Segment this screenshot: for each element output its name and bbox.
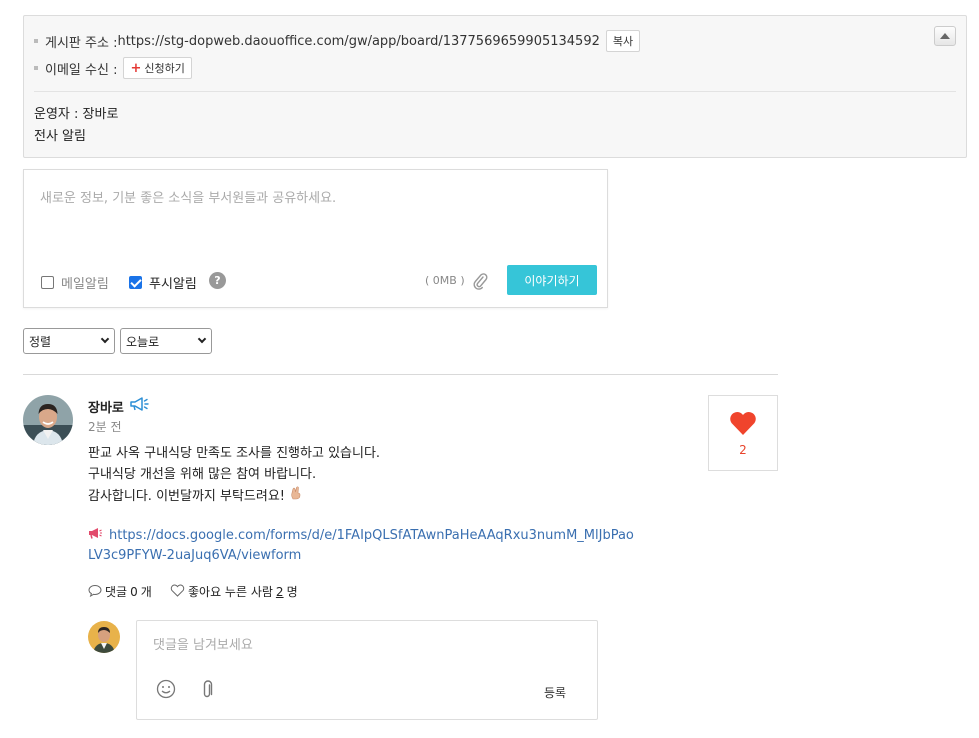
- help-icon[interactable]: ?: [209, 272, 226, 289]
- commenter-avatar: [88, 621, 120, 653]
- likes-unit: 명: [286, 585, 298, 599]
- megaphone-emoji-icon: [88, 527, 103, 543]
- like-button[interactable]: 2: [708, 395, 778, 471]
- post-submit-button[interactable]: 이야기하기: [507, 265, 597, 295]
- date-select[interactable]: 오늘로: [120, 328, 212, 354]
- post-body-line: 판교 사옥 구내식당 만족도 조사를 진행하고 있습니다.: [88, 446, 381, 461]
- email-subscribe-row: 이메일 수신 : + 신청하기: [34, 57, 192, 79]
- post-body-line: 구내식당 개선을 위해 많은 참여 바랍니다.: [88, 467, 317, 482]
- speech-bubble-icon: [88, 584, 105, 600]
- subscribe-label: 신청하기: [144, 62, 185, 75]
- author-avatar[interactable]: [23, 395, 73, 445]
- comment-count[interactable]: 댓글 0 개: [88, 583, 152, 600]
- subscribe-button[interactable]: + 신청하기: [123, 57, 192, 79]
- comments-count-value: 0: [130, 584, 138, 599]
- megaphone-icon: [129, 396, 151, 416]
- comment-placeholder[interactable]: 댓글을 남겨보세요: [153, 634, 253, 653]
- comments-unit: 개: [140, 585, 152, 599]
- fingers-crossed-emoji-icon: [290, 485, 302, 504]
- checkbox-unchecked-icon[interactable]: [41, 276, 54, 289]
- post-composer[interactable]: 새로운 정보, 기분 좋은 소식을 부서원들과 공유하세요. 메일알림 푸시알림…: [23, 169, 608, 308]
- likes-summary: 좋아요 누른 사람 2 명: [170, 583, 298, 600]
- chevron-down-icon: [197, 334, 207, 344]
- mail-alert-checkbox[interactable]: 메일알림: [41, 273, 109, 292]
- board-description: 전사 알림: [34, 129, 86, 144]
- attachment-size: ( 0MB ): [425, 274, 465, 287]
- push-alert-label: 푸시알림: [149, 277, 197, 292]
- sort-select[interactable]: 정렬: [23, 328, 115, 354]
- chevron-down-icon: [100, 334, 110, 344]
- likes-label: 좋아요 누른 사람: [188, 585, 273, 599]
- heart-outline-icon: [170, 584, 188, 600]
- board-info-panel: 게시판 주소 : https://stg-dopweb.daouoffice.c…: [23, 15, 967, 158]
- comments-label: 댓글: [105, 585, 128, 599]
- bullet-icon: [34, 66, 38, 70]
- board-address-url: https://stg-dopweb.daouoffice.com/gw/app…: [117, 33, 600, 49]
- divider: [34, 91, 956, 92]
- post-link-wrap: https://docs.google.com/forms/d/e/1FAIpQ…: [88, 527, 634, 543]
- divider: [23, 374, 778, 375]
- triangle-up-icon: [940, 33, 950, 39]
- copy-button[interactable]: 복사: [605, 30, 641, 52]
- mail-alert-label: 메일알림: [61, 277, 109, 292]
- post-body-line: 감사합니다. 이번달까지 부탁드려요!: [88, 489, 286, 504]
- sort-select-value: 정렬: [29, 334, 52, 349]
- date-select-value: 오늘로: [126, 334, 160, 349]
- paperclip-icon[interactable]: [200, 680, 216, 704]
- checkbox-checked-icon[interactable]: [129, 276, 142, 289]
- plus-icon: +: [130, 60, 142, 76]
- bullet-icon: [34, 39, 38, 43]
- email-label: 이메일 수신 :: [45, 62, 118, 78]
- push-alert-checkbox[interactable]: 푸시알림: [129, 273, 197, 292]
- board-address-row: 게시판 주소 : https://stg-dopweb.daouoffice.c…: [34, 30, 641, 52]
- post-timestamp: 2분 전: [88, 420, 122, 434]
- post-author[interactable]: 장바로: [88, 397, 124, 416]
- collapse-button[interactable]: [934, 26, 956, 46]
- paperclip-icon[interactable]: [472, 272, 488, 294]
- heart-icon: [729, 410, 757, 440]
- post-link-continued[interactable]: LV3c9PFYW-2uaJuq6VA/viewform: [88, 548, 301, 563]
- post-body-line-wrap: 감사합니다. 이번달까지 부탁드려요!: [88, 485, 302, 504]
- likes-people-link[interactable]: 2: [276, 585, 284, 599]
- composer-placeholder[interactable]: 새로운 정보, 기분 좋은 소식을 부서원들과 공유하세요.: [40, 187, 336, 206]
- board-address-label: 게시판 주소 :: [45, 35, 118, 51]
- post-link[interactable]: https://docs.google.com/forms/d/e/1FAIpQ…: [109, 528, 634, 543]
- comment-composer[interactable]: 댓글을 남겨보세요 등록: [136, 620, 598, 720]
- comment-submit-button[interactable]: 등록: [544, 684, 566, 701]
- emoji-icon[interactable]: [156, 679, 176, 703]
- operator-text: 운영자 : 장바로: [34, 107, 119, 122]
- like-count: 2: [739, 442, 747, 457]
